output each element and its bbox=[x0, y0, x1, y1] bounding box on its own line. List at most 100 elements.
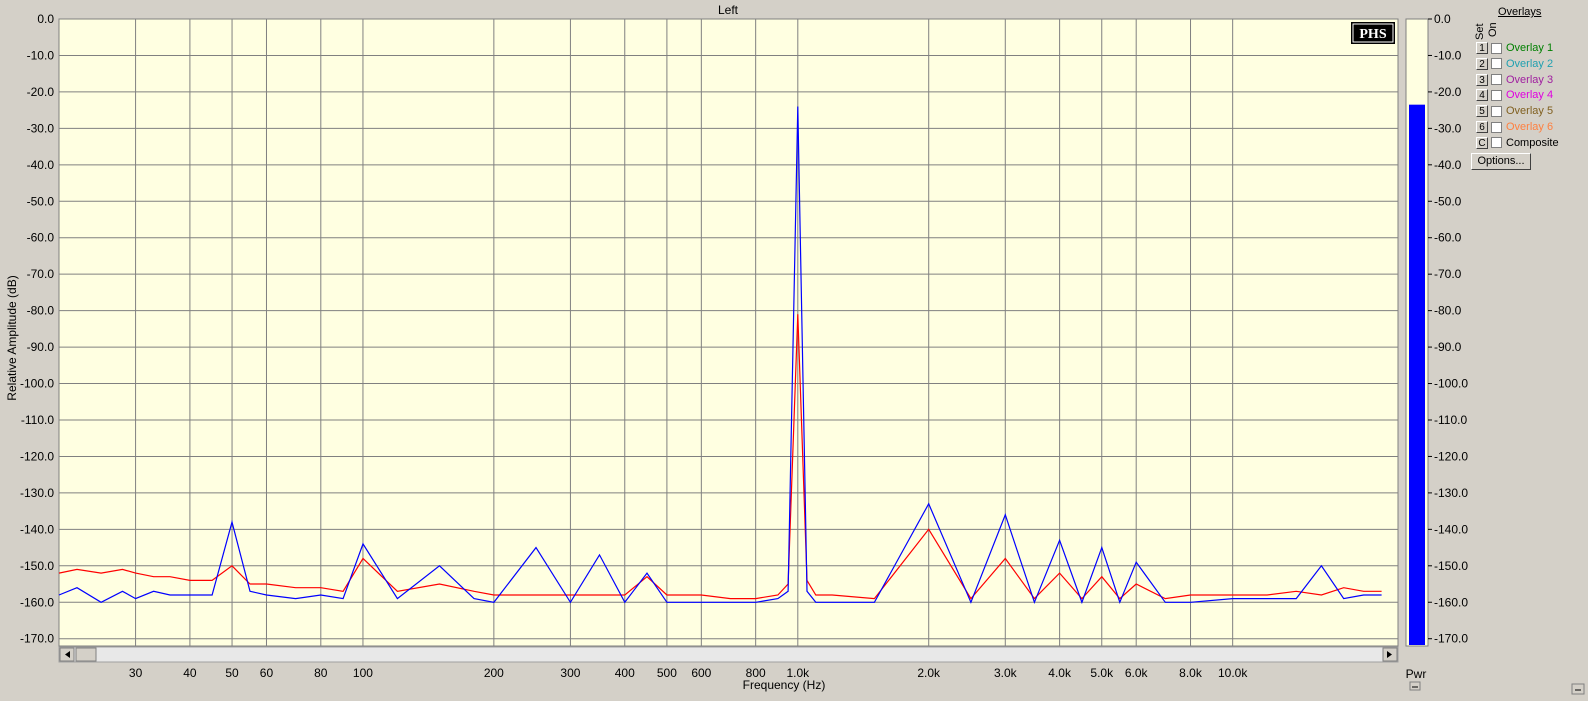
overlay-checkbox[interactable] bbox=[1491, 42, 1502, 54]
overlay-row: 6 Overlay 6 bbox=[1476, 120, 1554, 134]
on-header: On bbox=[1487, 22, 1499, 37]
overlay-set-button[interactable]: 6 bbox=[1476, 121, 1488, 133]
overlay-set-button[interactable]: 3 bbox=[1476, 73, 1488, 86]
x-tick-label: 30 bbox=[129, 666, 143, 680]
x-tick-label: 60 bbox=[260, 666, 274, 680]
y-tick-label: -50.0 bbox=[27, 194, 55, 208]
overlay-row: 2 Overlay 2 bbox=[1476, 57, 1554, 71]
meter-tick-label: -70.0 bbox=[1434, 267, 1462, 281]
overlay-label: Overlay 1 bbox=[1506, 42, 1554, 54]
x-tick-label: 6.0k bbox=[1125, 666, 1149, 680]
x-axis-label: Frequency (Hz) bbox=[743, 678, 826, 692]
overlay-label: Overlay 2 bbox=[1506, 57, 1554, 70]
x-tick-label: 200 bbox=[484, 666, 504, 680]
meter-tick-labels: 0.0 -10.0 -20.0 -30.0 -40.0 -50.0 -60.0 -70.0 -8… bbox=[1428, 12, 1468, 646]
overlay-label: Composite bbox=[1506, 136, 1559, 149]
overlay-label: Overlay 5 bbox=[1506, 105, 1554, 118]
x-tick-label: 3.0k bbox=[994, 666, 1018, 680]
y-tick-label: -150.0 bbox=[20, 559, 54, 573]
meter-tick-label: -50.0 bbox=[1434, 194, 1462, 208]
phs-logo: PHS bbox=[1351, 22, 1395, 44]
meter-tick-label: 0.0 bbox=[1434, 12, 1451, 26]
overlay-set-button[interactable]: 5 bbox=[1476, 105, 1488, 118]
overlay-row: 1 Overlay 1 bbox=[1476, 41, 1554, 55]
horizontal-scrollbar[interactable] bbox=[58, 646, 1399, 663]
overlay-checkbox[interactable] bbox=[1491, 74, 1502, 86]
y-tick-label: -110.0 bbox=[21, 413, 54, 427]
y-tick-label: -70.0 bbox=[27, 267, 55, 281]
set-header: Set bbox=[1474, 23, 1486, 40]
y-tick-label: -120.0 bbox=[20, 449, 54, 463]
y-tick-label: 0.0 bbox=[37, 12, 54, 26]
corner-grip-icon[interactable] bbox=[1571, 683, 1585, 695]
y-tick-label: -140.0 bbox=[20, 522, 54, 536]
meter-tick-label: -130.0 bbox=[1434, 486, 1468, 500]
overlay-label: Overlay 3 bbox=[1506, 73, 1554, 86]
x-tick-label: 600 bbox=[691, 666, 711, 680]
meter-tick-label: -110.0 bbox=[1434, 413, 1467, 427]
y-tick-label: -130.0 bbox=[20, 486, 54, 500]
overlay-row: 4 Overlay 4 bbox=[1476, 88, 1554, 102]
y-tick-label: -60.0 bbox=[27, 231, 55, 245]
overlays-title: Overlays bbox=[1498, 6, 1542, 18]
overlay-row: 5 Overlay 5 bbox=[1476, 104, 1554, 118]
meter-tick-label: -140.0 bbox=[1434, 522, 1468, 536]
y-tick-label: -10.0 bbox=[27, 48, 55, 62]
meter-tick-label: -120.0 bbox=[1434, 449, 1468, 463]
x-tick-label: 100 bbox=[353, 666, 373, 680]
overlay-set-button[interactable]: 1 bbox=[1476, 42, 1488, 54]
overlay-checkbox[interactable] bbox=[1491, 58, 1502, 70]
y-tick-label: -100.0 bbox=[20, 377, 54, 391]
meter-tick-label: -80.0 bbox=[1434, 304, 1462, 318]
overlay-checkbox[interactable] bbox=[1491, 89, 1502, 101]
overlay-set-button[interactable]: 4 bbox=[1476, 89, 1488, 102]
meter-tick-label: -20.0 bbox=[1434, 85, 1462, 99]
spectrum-chart: Left 0.0 -10.0 -20.0 -30.0 -40.0 -50.0 -60.0 -7… bbox=[5, 3, 1585, 695]
plot-area bbox=[58, 18, 1399, 647]
meter-tick-label: -90.0 bbox=[1434, 340, 1462, 354]
y-tick-label: -90.0 bbox=[27, 340, 55, 354]
y-tick-label: -170.0 bbox=[20, 632, 54, 646]
svg-text:PHS: PHS bbox=[1359, 27, 1386, 42]
x-tick-label: 50 bbox=[225, 666, 239, 680]
scroll-thumb[interactable] bbox=[75, 647, 97, 662]
x-tick-label: 2.0k bbox=[917, 666, 941, 680]
meter-tick-label: -170.0 bbox=[1434, 632, 1468, 646]
overlay-label: Overlay 6 bbox=[1506, 121, 1554, 133]
overlay-row: 3 Overlay 3 bbox=[1476, 73, 1554, 87]
x-tick-label: 300 bbox=[560, 666, 580, 680]
meter-tick-label: -10.0 bbox=[1434, 48, 1462, 62]
x-tick-label: 500 bbox=[657, 666, 677, 680]
overlay-row: C Composite bbox=[1476, 136, 1559, 150]
meter-tick-label: -60.0 bbox=[1434, 231, 1462, 245]
y-tick-label: -30.0 bbox=[27, 121, 55, 135]
x-tick-label: 8.0k bbox=[1179, 666, 1203, 680]
x-tick-label: 400 bbox=[615, 666, 635, 680]
meter-tick-label: -30.0 bbox=[1434, 121, 1462, 135]
chart-title: Left bbox=[718, 3, 739, 17]
y-tick-label: -80.0 bbox=[27, 304, 55, 318]
meter-tick-label: -160.0 bbox=[1434, 595, 1468, 609]
meter-label: Pwr bbox=[1406, 667, 1427, 681]
power-meter-bar bbox=[1409, 104, 1425, 645]
x-tick-label: 4.0k bbox=[1048, 666, 1072, 680]
y-tick-label: -160.0 bbox=[20, 595, 54, 609]
x-tick-label: 10.0k bbox=[1218, 666, 1248, 680]
overlay-label: Overlay 4 bbox=[1506, 89, 1554, 102]
x-tick-label: 80 bbox=[314, 666, 328, 680]
y-tick-label: -20.0 bbox=[27, 85, 55, 99]
resize-grip-icon[interactable] bbox=[1409, 681, 1421, 691]
overlay-checkbox[interactable] bbox=[1491, 105, 1502, 117]
meter-tick-label: -150.0 bbox=[1434, 559, 1468, 573]
overlay-set-button[interactable]: 2 bbox=[1476, 57, 1488, 70]
y-tick-label: -40.0 bbox=[27, 158, 55, 172]
overlay-checkbox[interactable] bbox=[1491, 137, 1502, 149]
overlay-set-button[interactable]: C bbox=[1476, 136, 1488, 149]
options-button[interactable]: Options... bbox=[1471, 153, 1531, 170]
overlay-checkbox[interactable] bbox=[1491, 121, 1502, 133]
y-axis-label: Relative Amplitude (dB) bbox=[5, 275, 19, 400]
x-tick-labels: 30 40 50 60 80 100 200 300 400 500 600 800 1.0k 2.0k 3… bbox=[129, 666, 1248, 680]
x-tick-label: 5.0k bbox=[1090, 666, 1114, 680]
y-tick-labels: 0.0 -10.0 -20.0 -30.0 -40.0 -50.0 -60.0 -70.0 -8… bbox=[20, 12, 54, 646]
x-tick-label: 40 bbox=[183, 666, 197, 680]
